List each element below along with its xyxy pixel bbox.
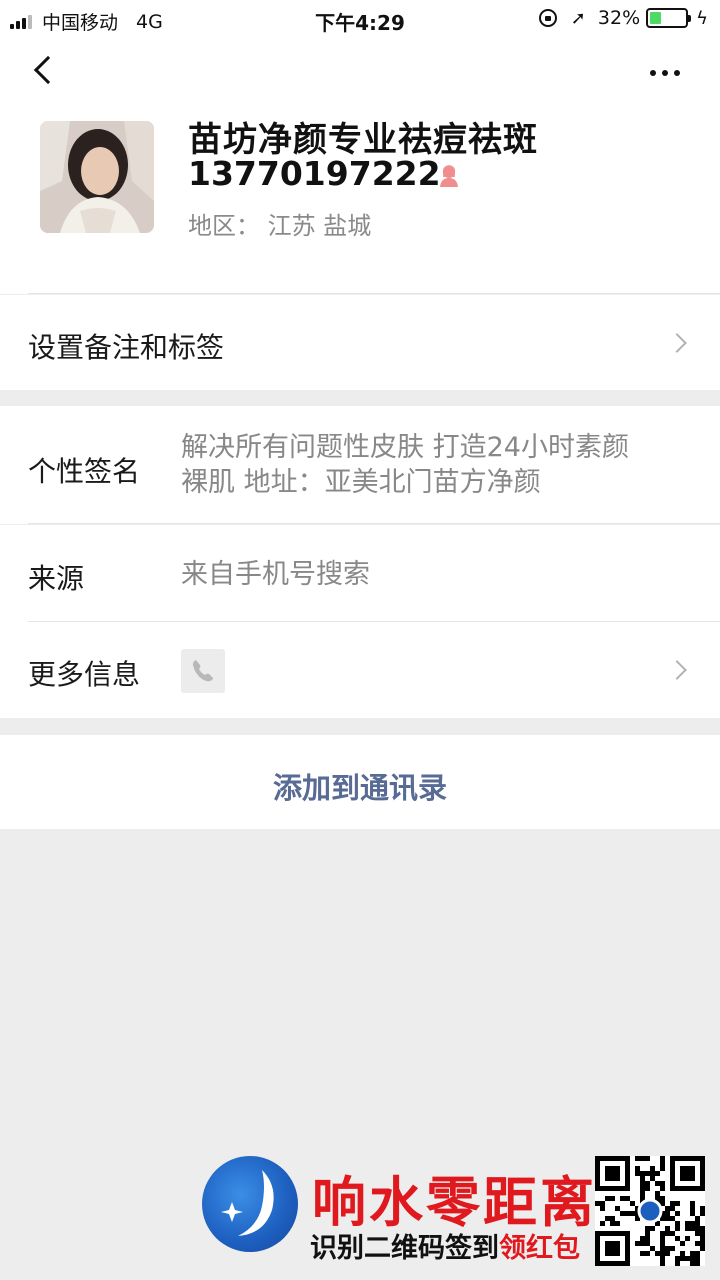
battery-icon [646,8,692,28]
more-options-icon[interactable] [644,70,680,76]
brand-logo [202,1156,298,1252]
more-info-label: 更多信息 [28,658,141,691]
add-to-contacts-button[interactable]: 添加到通讯录 [0,735,720,829]
set-remark-row[interactable]: 设置备注和标签 [0,295,720,390]
charging-bolt-icon: ϟ [696,7,708,29]
divider [28,523,720,524]
phone-icon [181,649,225,693]
profile-card: 苗坊净颜专业祛痘祛斑 13770197222 地区： 江苏 盐城 [0,110,720,294]
contact-phone: 13770197222 [188,154,441,193]
nav-bar [0,38,720,110]
source-label: 来源 [28,562,85,595]
watermark-banner: 响水零距离 识别二维码签到领红包 [200,1152,720,1280]
more-info-row[interactable]: 更多信息 [0,622,720,718]
divider [28,293,720,294]
qr-code [595,1156,705,1266]
signature-line: 裸肌 地址：亚美北门苗方净颜 [181,467,541,498]
signature-row: 个性签名 解决所有问题性皮肤 打造24小时素颜 裸肌 地址：亚美北门苗方净颜 [0,406,720,524]
back-arrow-icon[interactable] [33,55,63,85]
chevron-right-icon [667,660,687,680]
signature-label: 个性签名 [28,455,141,488]
battery-percent: 32% [597,7,641,29]
location-arrow-icon: ➚ [570,7,586,29]
rotation-lock-icon [538,9,557,27]
chevron-right-icon [667,333,687,353]
female-icon [436,163,462,189]
add-to-contacts-label: 添加到通讯录 [272,771,447,805]
brand-subtitle: 识别二维码签到领红包 [310,1226,580,1265]
avatar[interactable] [40,121,154,233]
signature-value: 解决所有问题性皮肤 打造24小时素颜 裸肌 地址：亚美北门苗方净颜 [181,430,629,500]
source-row: 来源 来自手机号搜索 [0,525,720,622]
source-value: 来自手机号搜索 [181,559,370,590]
contact-region: 地区： 江苏 盐城 [188,212,372,240]
brand-subtitle-highlight: 领红包 [499,1233,580,1264]
status-bar: 中国移动 4G 下午4:29 ➚ 32% ϟ [0,0,720,38]
set-remark-label: 设置备注和标签 [28,331,225,364]
brand-subtitle-text: 识别二维码签到 [310,1233,499,1264]
battery-level [650,12,661,24]
signature-line: 解决所有问题性皮肤 打造24小时素颜 [181,432,629,463]
